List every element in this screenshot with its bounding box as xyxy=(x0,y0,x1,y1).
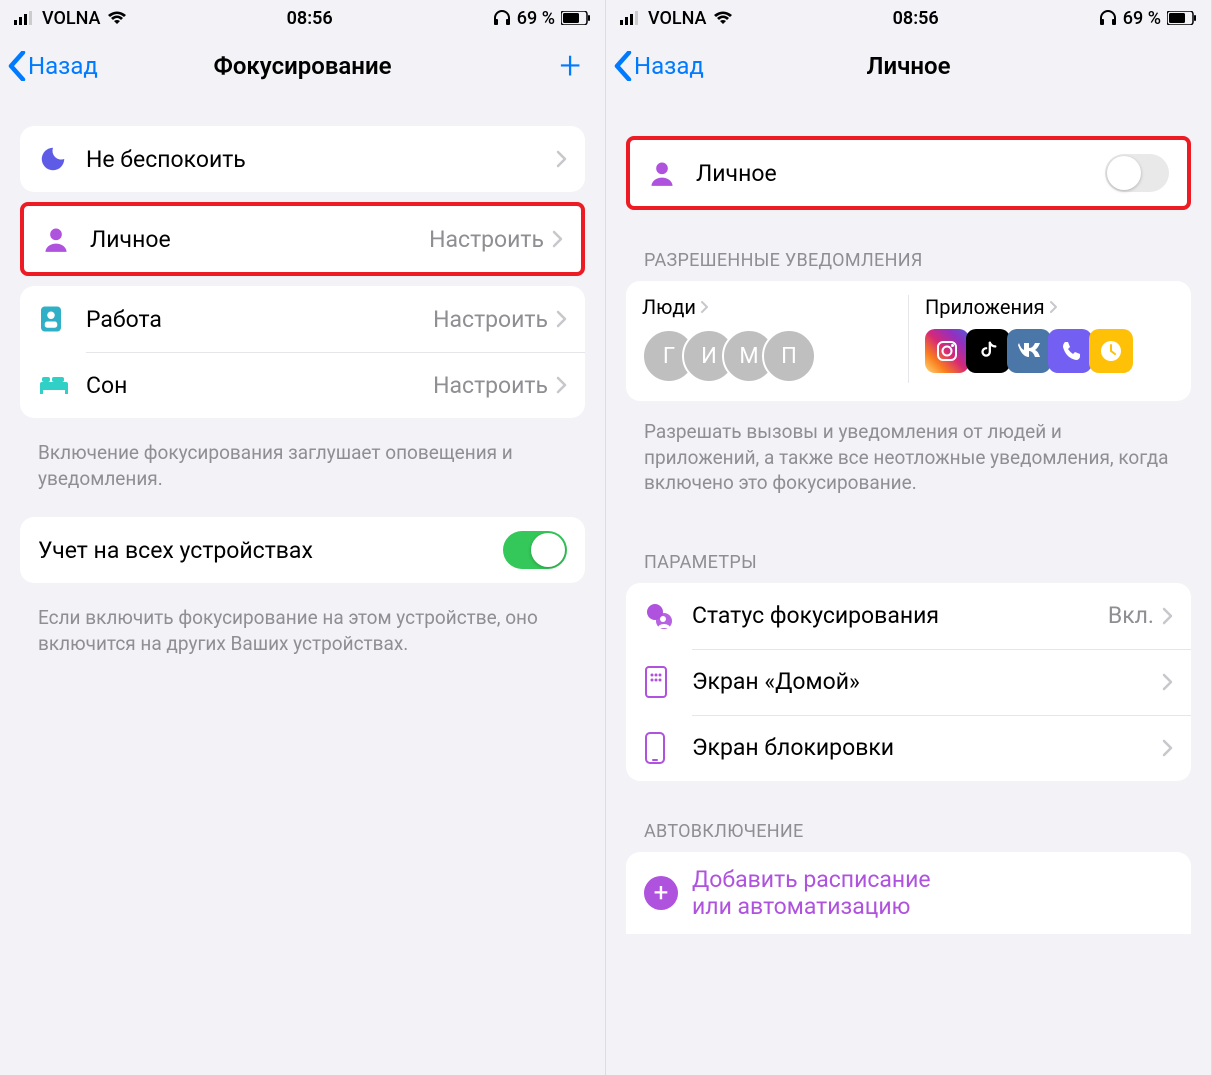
highlight-personal-toggle: Личное xyxy=(626,136,1191,210)
allowed-footer: Разрешать вызовы и уведомления от людей … xyxy=(626,415,1191,522)
screen-focus-list: VOLNA 08:56 69 % Назад Фокусирование + Н… xyxy=(0,0,606,1075)
people-avatars: Г И М П xyxy=(642,329,892,383)
chevron-right-icon xyxy=(1162,607,1173,625)
tiktok-icon xyxy=(966,329,1010,373)
focus-row-personal[interactable]: Личное Настроить xyxy=(24,206,581,272)
carrier-label: VOLNA xyxy=(42,8,101,29)
battery-percent: 69 % xyxy=(517,8,555,29)
add-line2: или автоматизацию xyxy=(692,893,931,920)
wifi-icon xyxy=(107,11,127,25)
row-label: Экран блокировки xyxy=(692,734,1162,761)
plus-circle-icon: + xyxy=(644,876,678,910)
battery-icon xyxy=(561,11,591,25)
focus-row-dnd[interactable]: Не беспокоить xyxy=(20,126,585,192)
wifi-icon xyxy=(713,11,733,25)
row-detail: Вкл. xyxy=(1108,602,1154,629)
chevron-right-icon xyxy=(1162,739,1173,757)
back-button[interactable]: Назад xyxy=(8,51,98,81)
chevron-left-icon xyxy=(8,51,26,81)
params-header: ПАРАМЕТРЫ xyxy=(626,522,1191,583)
share-footer: Если включить фокусирование на этом устр… xyxy=(20,593,585,682)
share-across-devices-row[interactable]: Учет на всех устройствах xyxy=(20,517,585,583)
row-label: Учет на всех устройствах xyxy=(38,537,503,564)
allowed-header: РАЗРЕШЕННЫЕ УВЕДОМЛЕНИЯ xyxy=(626,220,1191,281)
row-detail: Настроить xyxy=(429,226,544,253)
row-label: Работа xyxy=(86,306,433,333)
status-bar: VOLNA 08:56 69 % xyxy=(0,0,605,36)
add-schedule-button[interactable]: + Добавить расписание или автоматизацию xyxy=(626,852,1191,934)
chevron-right-icon xyxy=(700,300,709,314)
battery-icon xyxy=(1167,11,1197,25)
apps-link[interactable]: Приложения xyxy=(925,295,1175,319)
focus-status-row[interactable]: Статус фокусирования Вкл. xyxy=(626,583,1191,649)
auto-header: АВТОВКЛЮЧЕНИЕ xyxy=(626,791,1191,852)
app-icons-row xyxy=(925,329,1175,373)
row-label: Личное xyxy=(90,226,429,253)
carrier-label: VOLNA xyxy=(648,8,707,29)
add-focus-button[interactable]: + xyxy=(560,53,581,80)
clock-icon xyxy=(1089,329,1133,373)
people-label: Люди xyxy=(642,295,696,319)
row-label: Сон xyxy=(86,372,433,399)
chevron-right-icon xyxy=(556,376,567,394)
chevron-right-icon xyxy=(556,150,567,168)
bed-icon xyxy=(38,374,86,396)
status-time: 08:56 xyxy=(893,8,939,29)
signal-icon xyxy=(620,11,642,25)
chevron-right-icon xyxy=(1162,673,1173,691)
share-toggle[interactable] xyxy=(503,531,567,569)
row-label: Статус фокусирования xyxy=(692,602,1108,629)
screen-personal-focus: VOLNA 08:56 69 % Назад Личное Личное xyxy=(606,0,1212,1075)
nav-bar: Назад Личное xyxy=(606,36,1211,96)
page-title: Фокусирование xyxy=(213,52,391,80)
focus-footer: Включение фокусирования заглушает оповещ… xyxy=(20,428,585,517)
headphones-icon xyxy=(493,10,511,26)
phone-outline-icon xyxy=(644,731,692,765)
viber-icon xyxy=(1048,329,1092,373)
home-screen-row[interactable]: Экран «Домой» xyxy=(626,649,1191,715)
row-label: Не беспокоить xyxy=(86,146,556,173)
chevron-right-icon xyxy=(556,310,567,328)
back-label: Назад xyxy=(634,52,704,80)
status-time: 08:56 xyxy=(287,8,333,29)
status-bar: VOLNA 08:56 69 % xyxy=(606,0,1211,36)
focus-row-work[interactable]: Работа Настроить xyxy=(20,286,585,352)
page-title: Личное xyxy=(867,52,951,80)
row-detail: Настроить xyxy=(433,372,548,399)
focus-row-sleep[interactable]: Сон Настроить xyxy=(20,352,585,418)
moon-icon xyxy=(38,144,86,174)
row-label: Экран «Домой» xyxy=(692,668,1162,695)
people-link[interactable]: Люди xyxy=(642,295,892,319)
highlight-personal: Личное Настроить xyxy=(20,202,585,276)
back-button[interactable]: Назад xyxy=(614,51,704,81)
battery-percent: 69 % xyxy=(1123,8,1161,29)
instagram-icon xyxy=(925,329,969,373)
headphones-icon xyxy=(1099,10,1117,26)
chevron-left-icon xyxy=(614,51,632,81)
vk-icon xyxy=(1007,329,1051,373)
badge-icon xyxy=(38,304,86,334)
chevron-right-icon xyxy=(1049,300,1058,314)
row-detail: Настроить xyxy=(433,306,548,333)
add-line1: Добавить расписание xyxy=(692,866,931,893)
app-grid-icon xyxy=(644,665,692,699)
chevron-right-icon xyxy=(552,230,563,248)
avatar: П xyxy=(762,329,816,383)
nav-bar: Назад Фокусирование + xyxy=(0,36,605,96)
back-label: Назад xyxy=(28,52,98,80)
row-label: Личное xyxy=(696,160,1105,187)
signal-icon xyxy=(14,11,36,25)
personal-toggle-row[interactable]: Личное xyxy=(630,140,1187,206)
personal-toggle[interactable] xyxy=(1105,154,1169,192)
apps-label: Приложения xyxy=(925,295,1045,319)
person-icon xyxy=(648,159,696,187)
allowed-notifications: Люди Г И М П Приложения xyxy=(626,281,1191,401)
lock-screen-row[interactable]: Экран блокировки xyxy=(626,715,1191,781)
person-icon xyxy=(42,225,90,253)
status-share-icon xyxy=(644,601,692,631)
